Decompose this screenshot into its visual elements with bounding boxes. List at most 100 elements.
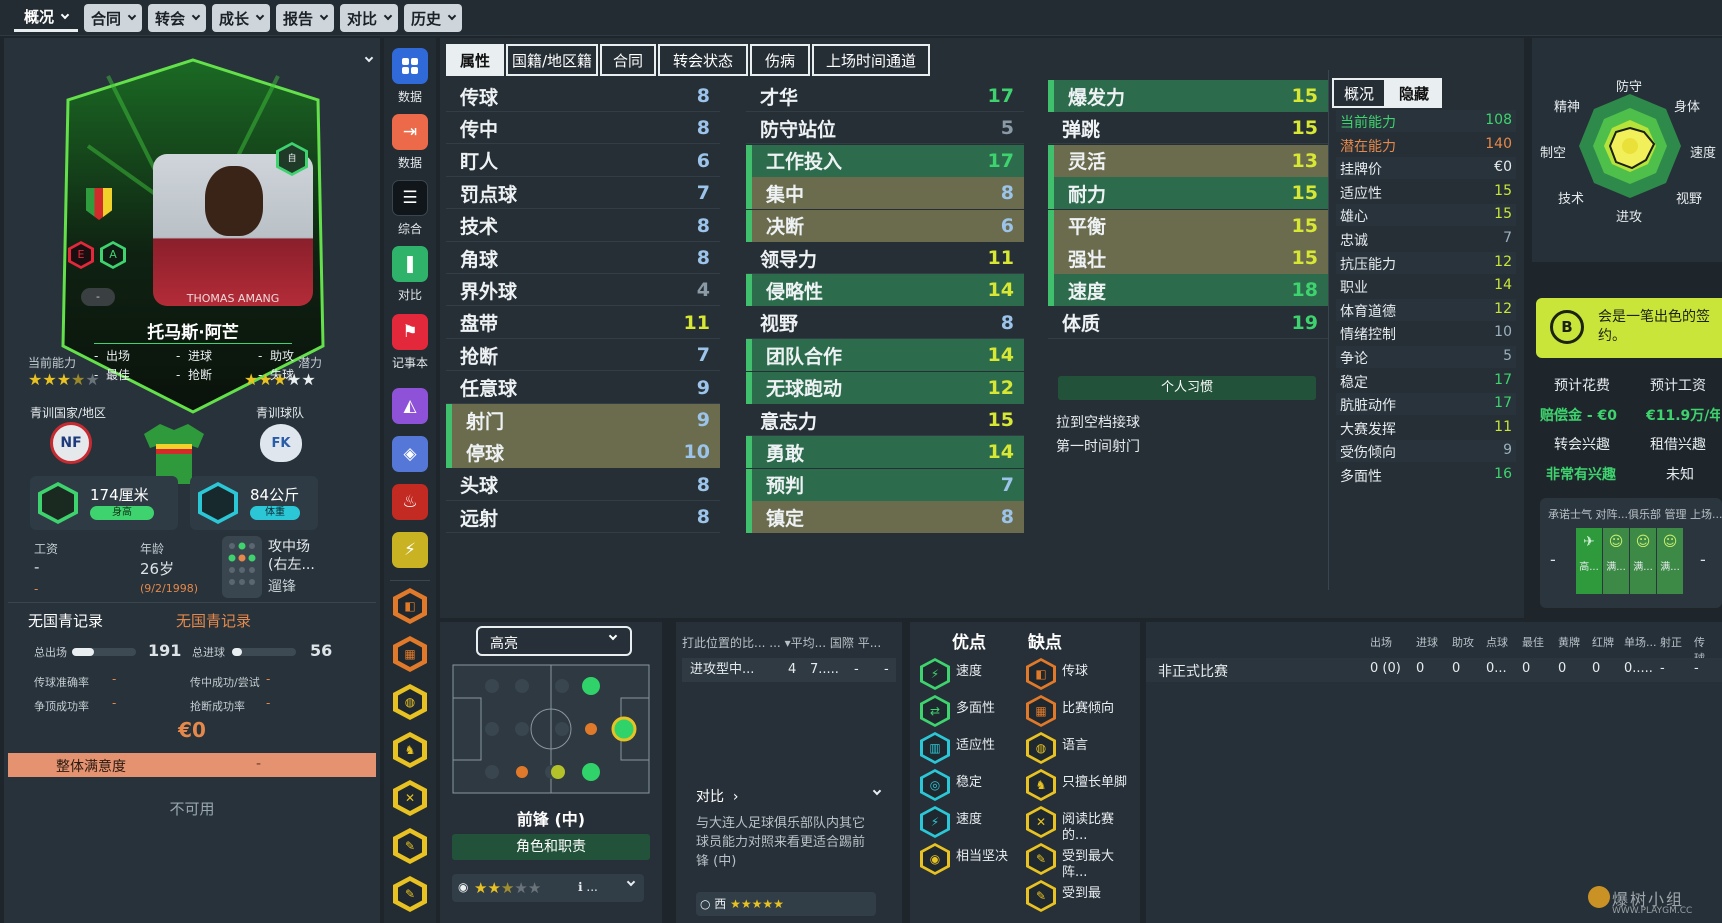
attribute-row[interactable]: 决断 6 bbox=[746, 209, 1024, 242]
role-selector[interactable]: ◉ ★★★★★ ℹ ... bbox=[452, 874, 644, 902]
bookmark-icon[interactable]: ❚ bbox=[392, 246, 428, 282]
attribute-row[interactable]: 防守站位 5 bbox=[746, 112, 1024, 144]
nav-contract[interactable]: 合同 bbox=[84, 4, 142, 32]
chevron-down-icon[interactable] bbox=[872, 786, 882, 796]
tab-injuries[interactable]: 伤病 bbox=[750, 44, 810, 76]
hidden-attribute-row[interactable]: 情绪控制 10 bbox=[1336, 322, 1516, 344]
hidden-attribute-row[interactable]: 体育道德 12 bbox=[1336, 298, 1516, 321]
nav-development[interactable]: 成长 bbox=[212, 4, 270, 32]
attribute-row[interactable]: 传球 8 bbox=[446, 80, 720, 112]
nav-transfer[interactable]: 转会 bbox=[148, 4, 206, 32]
attribute-row[interactable]: 盯人 6 bbox=[446, 145, 720, 177]
attribute-row[interactable]: 停球 10 bbox=[446, 436, 720, 469]
season-stat-header[interactable]: 最佳 bbox=[1522, 634, 1544, 650]
hidden-attribute-row[interactable]: 大赛发挥 11 bbox=[1336, 417, 1516, 439]
attribute-row[interactable]: 意志力 15 bbox=[746, 404, 1024, 436]
attribute-row[interactable]: 灵活 13 bbox=[1048, 144, 1328, 177]
attribute-row[interactable]: 角球 8 bbox=[446, 242, 720, 274]
attribute-row[interactable]: 强壮 15 bbox=[1048, 242, 1328, 274]
attribute-row[interactable]: 集中 8 bbox=[746, 177, 1024, 210]
hidden-attribute-row[interactable]: 稳定 17 bbox=[1336, 370, 1516, 392]
season-stat-header[interactable]: 红牌 bbox=[1592, 634, 1614, 650]
season-stat-header[interactable]: 进球 bbox=[1416, 634, 1438, 650]
trait-foot-icon[interactable]: ♞ bbox=[393, 732, 427, 768]
highlight-dropdown[interactable]: 高亮 bbox=[476, 626, 632, 656]
season-stat-header[interactable]: 射正 bbox=[1660, 634, 1682, 650]
trait-speech-icon[interactable]: ◍ bbox=[393, 684, 427, 720]
attribute-row[interactable]: 界外球 4 bbox=[446, 274, 720, 306]
attribute-row[interactable]: 体质 19 bbox=[1048, 307, 1328, 339]
mask-icon[interactable]: ◭ bbox=[392, 388, 428, 424]
attribute-row[interactable]: 头球 8 bbox=[446, 469, 720, 501]
tab-attributes[interactable]: 属性 bbox=[446, 44, 504, 76]
collapse-chevron[interactable] bbox=[362, 46, 374, 63]
satisfaction-bar[interactable]: 整体满意度 - bbox=[8, 753, 376, 777]
attribute-row[interactable]: 勇敢 14 bbox=[746, 436, 1024, 469]
diamond-icon[interactable]: ◈ bbox=[392, 436, 428, 472]
scout-recommendation[interactable]: B 会是一笔出色的签约。 bbox=[1536, 298, 1722, 358]
hidden-attribute-row[interactable]: 适应性 15 bbox=[1336, 181, 1516, 203]
attribute-row[interactable]: 抢断 7 bbox=[446, 339, 720, 371]
exit-icon[interactable]: ⇥ bbox=[392, 114, 428, 150]
attribute-row[interactable]: 预判 7 bbox=[746, 468, 1024, 501]
hidden-attribute-row[interactable]: 挂牌价 €0 bbox=[1336, 157, 1516, 180]
season-stat-header[interactable]: 助攻 bbox=[1452, 634, 1474, 650]
attribute-row[interactable]: 耐力 15 bbox=[1048, 177, 1328, 210]
trait-orange-icon-1[interactable]: ◧ bbox=[393, 588, 427, 624]
attribute-row[interactable]: 才华 17 bbox=[746, 80, 1024, 112]
attribute-row[interactable]: 速度 18 bbox=[1048, 274, 1328, 307]
layers-icon[interactable]: ☰ bbox=[392, 180, 428, 216]
hidden-attribute-row[interactable]: 忠诚 7 bbox=[1336, 228, 1516, 250]
attribute-row[interactable]: 侵略性 14 bbox=[746, 274, 1024, 307]
compare-header[interactable]: 对比 › bbox=[696, 786, 739, 806]
season-stats-row[interactable]: 非正式比赛 0 (0)000...0000.....--- bbox=[1146, 658, 1722, 682]
attribute-row[interactable]: 任意球 9 bbox=[446, 372, 720, 404]
bolt-icon[interactable]: ⚡ bbox=[392, 532, 428, 568]
attribute-row[interactable]: 工作投入 17 bbox=[746, 144, 1024, 177]
season-stat-header[interactable]: 单场... bbox=[1624, 634, 1657, 650]
trait-orange-icon-2[interactable]: ▦ bbox=[393, 636, 427, 672]
attribute-row[interactable]: 视野 8 bbox=[746, 307, 1024, 339]
position-table-row[interactable]: 进攻型中... 4 7..... - - bbox=[682, 658, 896, 682]
season-stat-header[interactable]: 黄牌 bbox=[1558, 634, 1580, 650]
nav-compare[interactable]: 对比 bbox=[340, 4, 398, 32]
tab-nationality[interactable]: 国籍/地区籍 bbox=[506, 44, 598, 76]
nav-reports[interactable]: 报告 bbox=[276, 4, 334, 32]
hidden-attribute-row[interactable]: 受伤倾向 9 bbox=[1336, 440, 1516, 463]
data-grid-icon[interactable] bbox=[392, 48, 428, 84]
hidden-tab-hidden[interactable]: 隐藏 bbox=[1386, 78, 1442, 108]
hidden-attribute-row[interactable]: 抗压能力 12 bbox=[1336, 251, 1516, 274]
youth-club-crest[interactable]: FK bbox=[260, 424, 302, 462]
trait-check-icon-2[interactable]: ✎ bbox=[393, 876, 427, 912]
attribute-row[interactable]: 镇定 8 bbox=[746, 501, 1024, 534]
attribute-row[interactable]: 技术 8 bbox=[446, 210, 720, 242]
nav-overview[interactable]: 概况 bbox=[14, 4, 78, 32]
fire-icon[interactable]: ♨ bbox=[392, 484, 428, 520]
attribute-row[interactable]: 传中 8 bbox=[446, 112, 720, 144]
hidden-attribute-row[interactable]: 雄心 15 bbox=[1336, 204, 1516, 227]
attribute-row[interactable]: 罚点球 7 bbox=[446, 177, 720, 209]
attribute-row[interactable]: 无球跑动 12 bbox=[746, 371, 1024, 404]
attribute-row[interactable]: 爆发力 15 bbox=[1048, 80, 1328, 112]
hidden-attribute-row[interactable]: 多面性 16 bbox=[1336, 464, 1516, 486]
hidden-attribute-row[interactable]: 潜在能力 140 bbox=[1336, 134, 1516, 156]
attribute-row[interactable]: 团队合作 14 bbox=[746, 339, 1024, 372]
compare-row[interactable]: ○ 西 ★★★★★ bbox=[696, 892, 876, 916]
roles-duties-button[interactable]: 角色和职责 bbox=[452, 834, 650, 860]
hidden-attribute-row[interactable]: 肮脏动作 17 bbox=[1336, 393, 1516, 416]
tab-playing-time[interactable]: 上场时间通道 bbox=[812, 44, 930, 76]
trait-check-icon[interactable]: ✎ bbox=[393, 828, 427, 864]
attribute-row[interactable]: 弹跳 15 bbox=[1048, 112, 1328, 144]
hidden-tab-overview[interactable]: 概况 bbox=[1332, 78, 1386, 108]
season-stat-header[interactable]: 出场 bbox=[1370, 634, 1392, 650]
hidden-attribute-row[interactable]: 争论 5 bbox=[1336, 346, 1516, 368]
hidden-attribute-row[interactable]: 当前能力 108 bbox=[1336, 110, 1516, 132]
youth-nation-crest[interactable]: NF bbox=[50, 422, 92, 464]
attribute-row[interactable]: 盘带 11 bbox=[446, 307, 720, 339]
tab-contract[interactable]: 合同 bbox=[600, 44, 656, 76]
attribute-row[interactable]: 远射 8 bbox=[446, 501, 720, 533]
season-stat-header[interactable]: 点球 bbox=[1486, 634, 1508, 650]
tab-transfer-status[interactable]: 转会状态 bbox=[658, 44, 748, 76]
trait-tools-icon[interactable]: ✕ bbox=[393, 780, 427, 816]
attribute-row[interactable]: 平衡 15 bbox=[1048, 209, 1328, 242]
